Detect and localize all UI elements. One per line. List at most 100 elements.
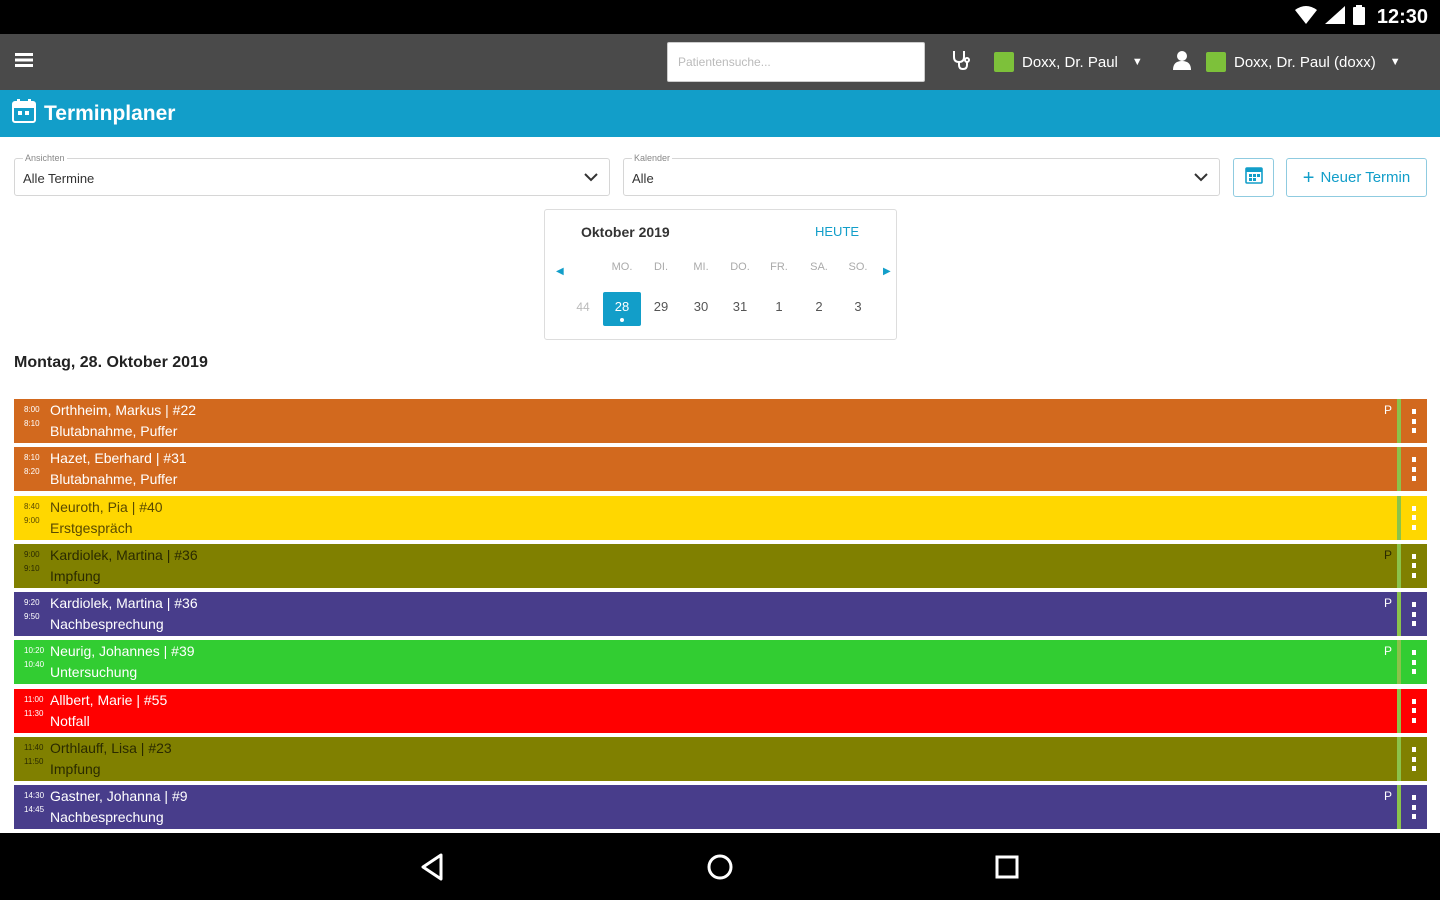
appointment-type: Nachbesprechung bbox=[50, 616, 164, 633]
appointment-color-bar bbox=[14, 399, 1397, 443]
day-cell[interactable]: 30 bbox=[682, 292, 720, 326]
patient-search-input[interactable] bbox=[667, 42, 925, 82]
chevron-down-icon bbox=[1193, 170, 1209, 188]
new-appointment-button[interactable]: + Neuer Termin bbox=[1286, 158, 1427, 197]
more-options-icon[interactable] bbox=[1411, 553, 1417, 578]
view-select[interactable]: Ansichten Alle Termine bbox=[14, 153, 610, 196]
menu-button[interactable] bbox=[2, 34, 46, 90]
next-week-arrow-icon[interactable]: ▶ bbox=[883, 266, 891, 277]
end-time: 11:50 bbox=[24, 757, 44, 767]
appointment-flag: P bbox=[1384, 596, 1393, 611]
page-header: Terminplaner bbox=[0, 90, 1440, 137]
previous-week-arrow-icon[interactable]: ◀ bbox=[556, 266, 564, 277]
practitioner-color-swatch bbox=[994, 52, 1014, 72]
appointment-row[interactable]: 8:40 9:00 Neuroth, Pia | #40 Erstgespräch bbox=[14, 495, 1427, 540]
more-options-icon[interactable] bbox=[1411, 747, 1417, 772]
appointment-row[interactable]: 14:30 14:45 Gastner, Johanna | #9 Nachbespr… bbox=[14, 785, 1427, 830]
day-cell[interactable]: 31 bbox=[721, 292, 759, 326]
new-appointment-label: Neuer Termin bbox=[1320, 169, 1411, 186]
appointment-row[interactable]: 10:20 10:40 Neurig, Johannes | #39 Untersuc… bbox=[14, 640, 1427, 685]
appointment-row[interactable]: 11:40 11:50 Orthlauff, Lisa | #23 Impfung bbox=[14, 737, 1427, 782]
appointment-color-bar bbox=[14, 785, 1397, 830]
app-toolbar: Doxx, Dr. Paul ▼ Doxx, Dr. Paul (doxx) ▼ bbox=[0, 34, 1440, 90]
appointment-type: Impfung bbox=[50, 761, 101, 778]
calendar-icon bbox=[12, 99, 36, 128]
appointment-flag: P bbox=[1384, 789, 1393, 804]
day-cell[interactable]: 3 bbox=[839, 292, 877, 326]
practitioner-selector[interactable]: Doxx, Dr. Paul ▼ bbox=[950, 34, 1143, 90]
more-options-icon[interactable] bbox=[1411, 795, 1417, 820]
user-name: Doxx, Dr. Paul (doxx) bbox=[1234, 53, 1376, 71]
week-picker: Oktober 2019 HEUTE ◀ ▶ MO. DI. MI. DO. F… bbox=[544, 209, 897, 340]
view-select-value: Alle Termine bbox=[23, 171, 95, 186]
home-icon[interactable] bbox=[704, 851, 736, 883]
today-button[interactable]: HEUTE bbox=[815, 224, 859, 239]
chevron-down-icon bbox=[583, 170, 599, 188]
appointment-type: Untersuchung bbox=[50, 664, 138, 681]
more-options-icon[interactable] bbox=[1411, 650, 1417, 675]
day-cell[interactable]: 29 bbox=[642, 292, 680, 326]
view-select-label: Ansichten bbox=[23, 153, 67, 163]
appointment-row[interactable]: 11:00 11:30 Allbert, Marie | #55 Notfall bbox=[14, 688, 1427, 733]
chevron-down-icon: ▼ bbox=[1389, 56, 1401, 68]
user-menu[interactable]: Doxx, Dr. Paul (doxx) ▼ bbox=[1172, 34, 1401, 90]
weekday-header: SO. bbox=[848, 261, 868, 273]
back-icon[interactable] bbox=[417, 851, 449, 883]
end-time: 14:45 bbox=[24, 805, 45, 815]
end-time: 9:00 bbox=[24, 515, 40, 525]
appointment-row[interactable]: 9:20 9:50 Kardiolek, Martina | #36 Nachbesp… bbox=[14, 592, 1427, 637]
weekday-header: SA. bbox=[810, 261, 828, 273]
user-color-swatch bbox=[1206, 52, 1226, 72]
start-time: 10:20 bbox=[24, 646, 45, 656]
appointment-type: Erstgespräch bbox=[50, 519, 133, 536]
more-options-icon[interactable] bbox=[1411, 505, 1417, 530]
patient-name: Hazet, Eberhard | #31 bbox=[50, 450, 187, 467]
system-navigation-bar bbox=[0, 833, 1440, 900]
appointment-color-bar bbox=[14, 447, 1397, 492]
start-time: 8:40 bbox=[24, 501, 40, 511]
start-time: 11:00 bbox=[24, 694, 44, 704]
more-options-icon[interactable] bbox=[1411, 698, 1417, 723]
start-time: 8:00 bbox=[24, 405, 40, 414]
day-cell-selected[interactable]: 28 bbox=[603, 292, 641, 326]
recent-apps-icon[interactable] bbox=[991, 851, 1023, 883]
calendar-select-value: Alle bbox=[632, 171, 654, 186]
patient-name: Gastner, Johanna | #9 bbox=[50, 788, 188, 805]
more-options-icon[interactable] bbox=[1411, 602, 1417, 627]
appointment-color-bar bbox=[14, 592, 1397, 637]
more-options-icon[interactable] bbox=[1411, 457, 1417, 482]
patient-name: Neurig, Johannes | #39 bbox=[50, 643, 195, 660]
day-cell[interactable]: 2 bbox=[800, 292, 838, 326]
battery-icon bbox=[1352, 4, 1365, 30]
appointment-type: Impfung bbox=[50, 567, 101, 584]
more-options-icon[interactable] bbox=[1411, 409, 1417, 433]
calendar-select[interactable]: Kalender Alle bbox=[623, 153, 1220, 196]
appointment-type: Nachbesprechung bbox=[50, 809, 164, 826]
appointment-row[interactable]: 9:00 9:10 Kardiolek, Martina | #36 Impfung P bbox=[14, 543, 1427, 588]
appointment-row[interactable]: 8:10 8:20 Hazet, Eberhard | #31 Blutabnahme… bbox=[14, 447, 1427, 492]
clock: 12:30 bbox=[1376, 5, 1428, 28]
patient-name: Kardiolek, Martina | #36 bbox=[50, 546, 198, 563]
calendar-select-label: Kalender bbox=[632, 153, 673, 163]
appointment-flag: P bbox=[1384, 644, 1393, 659]
end-time: 8:20 bbox=[24, 467, 40, 477]
date-picker-button[interactable] bbox=[1233, 158, 1274, 197]
week-number: 44 bbox=[576, 300, 590, 314]
user-icon bbox=[1172, 50, 1192, 74]
hamburger-icon bbox=[15, 52, 33, 72]
status-bar: 12:30 bbox=[0, 0, 1440, 34]
end-time: 11:30 bbox=[24, 708, 44, 718]
end-time: 8:10 bbox=[24, 419, 40, 428]
appointment-flag: P bbox=[1384, 547, 1393, 562]
page-title: Terminplaner bbox=[44, 101, 176, 125]
appointment-type: Blutabnahme, Puffer bbox=[50, 423, 178, 439]
day-cell[interactable]: 1 bbox=[760, 292, 798, 326]
start-time: 8:10 bbox=[24, 453, 40, 463]
appointment-type: Blutabnahme, Puffer bbox=[50, 471, 178, 488]
patient-name: Orthlauff, Lisa | #23 bbox=[50, 740, 172, 757]
appointment-color-bar bbox=[14, 495, 1397, 540]
appointment-row[interactable]: 8:00 8:10 Orthheim, Markus | #22 Blutabnahm… bbox=[14, 399, 1427, 443]
patient-name: Orthheim, Markus | #22 bbox=[50, 402, 197, 418]
end-time: 10:40 bbox=[24, 660, 45, 670]
appointment-list: 8:00 8:10 Orthheim, Markus | #22 Blutabnahm… bbox=[14, 399, 1427, 834]
